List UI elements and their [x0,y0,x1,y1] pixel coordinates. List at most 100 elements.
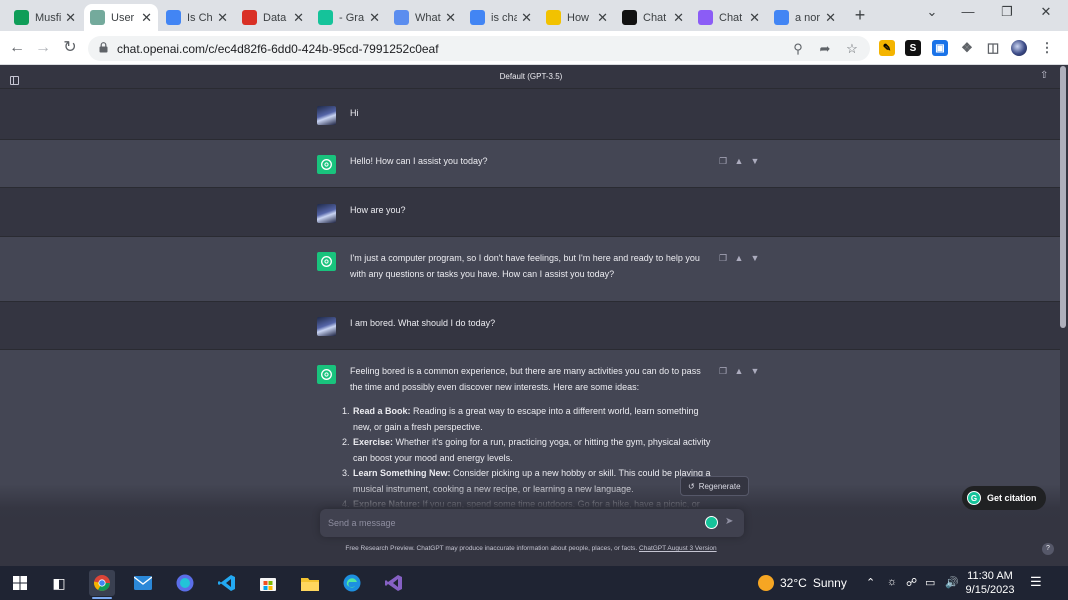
thumbs-up-icon[interactable]: ▲ [734,253,744,263]
close-tab-icon[interactable]: ✕ [673,10,684,26]
list-item-text: Whether it's going for a run, practicing… [353,437,711,463]
browser-tab[interactable]: How ✕ [540,4,614,31]
visual-studio-icon[interactable] [381,570,407,596]
claude-icon [698,10,713,25]
close-tab-icon[interactable]: ✕ [445,10,456,26]
regenerate-label: Regenerate [698,481,741,491]
openai-logo-icon [321,159,332,170]
message-assistant: I'm just a computer program, so I don't … [0,236,1060,301]
minimize-button[interactable]: — [958,4,978,19]
message-actions: ❐ ▲ ▼ [718,156,760,166]
thumbs-up-icon[interactable]: ▲ [734,156,744,166]
close-tab-icon[interactable]: ✕ [825,10,836,26]
grammarly-citation-icon: G [967,491,981,505]
browser-tab[interactable]: Chat ✕ [616,4,690,31]
restore-button[interactable]: ❐ [997,4,1017,20]
list-item-title: Learn Something New: [353,468,451,478]
regenerate-button[interactable]: ↺ Regenerate [680,476,749,496]
url-text[interactable]: chat.openai.com/c/ec4d82f6-6dd0-424b-95c… [117,42,439,56]
chrome-taskbar-icon[interactable] [89,570,115,596]
weather-widget[interactable]: 32°C Sunny [758,575,847,591]
back-button[interactable]: ← [7,38,27,58]
edge-icon[interactable] [339,570,365,596]
chat-page: Default (GPT-3.5) ⇧ Hi Hello! How can I … [0,66,1068,566]
browser-tab[interactable]: Data ✕ [236,4,310,31]
new-tab-button[interactable]: + [850,6,870,26]
canva-icon[interactable] [172,570,198,596]
extensions-puzzle-icon[interactable]: ❖ [959,40,975,56]
list-item: 1. Read a Book: Reading is a great way to… [342,404,712,435]
message-actions: ❐ ▲ ▼ [718,253,760,263]
volume-icon[interactable]: 🔊 [945,576,959,589]
zoom-icon[interactable]: ⚲ [790,41,806,57]
browser-tab[interactable]: User ✕ [84,4,158,31]
browser-tab[interactable]: is cha ✕ [464,4,538,31]
browser-tab[interactable]: - Gra ✕ [312,4,386,31]
close-tab-icon[interactable]: ✕ [217,10,228,26]
wifi-icon[interactable]: ☼ [887,576,897,588]
browser-tab[interactable]: Chat ✕ [692,4,766,31]
get-citation-button[interactable]: G Get citation [962,486,1046,510]
close-tab-icon[interactable]: ✕ [141,10,152,26]
address-bar[interactable]: chat.openai.com/c/ec4d82f6-6dd0-424b-95c… [88,36,870,61]
plagiarism-icon [546,10,561,25]
close-window-button[interactable]: ✕ [1036,4,1056,20]
mail-icon[interactable] [130,570,156,596]
grammarly-icon[interactable] [705,516,718,529]
share-chat-icon[interactable]: ⇧ [1040,70,1048,81]
close-tab-icon[interactable]: ✕ [521,10,532,26]
profile-avatar[interactable] [1011,40,1027,56]
close-tab-icon[interactable]: ✕ [65,10,76,26]
browser-menu-icon[interactable]: ⋮ [1039,40,1055,56]
sun-icon [758,575,774,591]
thumbs-down-icon[interactable]: ▼ [750,156,760,166]
tray-chevron-icon[interactable]: ⌃ [866,576,875,589]
browser-tab[interactable]: What ✕ [388,4,462,31]
message-text: I'm just a computer program, so I don't … [350,253,700,279]
close-tab-icon[interactable]: ✕ [597,10,608,26]
lock-icon[interactable] [99,42,108,53]
extension-s-icon[interactable]: S [905,40,921,56]
scrollbar-thumb[interactable] [1060,66,1066,328]
copy-icon[interactable]: ❐ [718,156,728,166]
windows-start-icon[interactable] [7,570,33,596]
browser-tab[interactable]: Is Ch ✕ [160,4,234,31]
close-tab-icon[interactable]: ✕ [749,10,760,26]
clock[interactable]: 11:30 AM 9/15/2023 [960,569,1020,597]
bookmark-star-icon[interactable]: ☆ [844,41,860,57]
copy-icon[interactable]: ❐ [718,366,728,376]
microsoft-store-icon[interactable] [255,570,281,596]
grammarly-icon [318,10,333,25]
extension-screenshot-icon[interactable]: ▣ [932,40,948,56]
share-page-icon[interactable]: ➦ [817,41,833,57]
thumbs-down-icon[interactable]: ▼ [750,253,760,263]
extension-pencil-icon[interactable]: ✎ [879,40,895,56]
forward-button[interactable]: → [33,38,53,58]
side-panel-icon[interactable]: ◫ [985,40,1001,56]
network-icon[interactable]: ☍ [906,576,917,589]
reload-button[interactable]: ↻ [60,38,80,58]
tab-label: is cha [491,11,518,24]
list-number: 1. [342,406,350,416]
close-tab-icon[interactable]: ✕ [369,10,380,26]
version-link[interactable]: ChatGPT August 3 Version [639,545,717,552]
tab-label: Musfi [35,11,62,24]
tab-search-icon[interactable]: ⌄ [922,4,942,20]
tab-label: Data [263,11,287,24]
send-icon[interactable]: ➤ [725,516,733,527]
thumbs-down-icon[interactable]: ▼ [750,366,760,376]
vscode-icon[interactable] [214,570,240,596]
notifications-icon[interactable]: ☰ [1030,574,1042,590]
copy-icon[interactable]: ❐ [718,253,728,263]
file-explorer-icon[interactable] [297,570,323,596]
task-view-icon[interactable]: ◧ [46,570,72,596]
message-text: Hi [350,108,359,118]
list-item: 2. Exercise: Whether it's going for a run… [342,435,712,466]
message-input[interactable] [328,515,698,531]
help-button[interactable]: ? [1042,543,1054,555]
battery-icon[interactable]: ▭ [925,576,935,589]
close-tab-icon[interactable]: ✕ [293,10,304,26]
thumbs-up-icon[interactable]: ▲ [734,366,744,376]
browser-tab[interactable]: Musfi ✕ [8,4,82,31]
browser-tab[interactable]: a nor ✕ [768,4,842,31]
